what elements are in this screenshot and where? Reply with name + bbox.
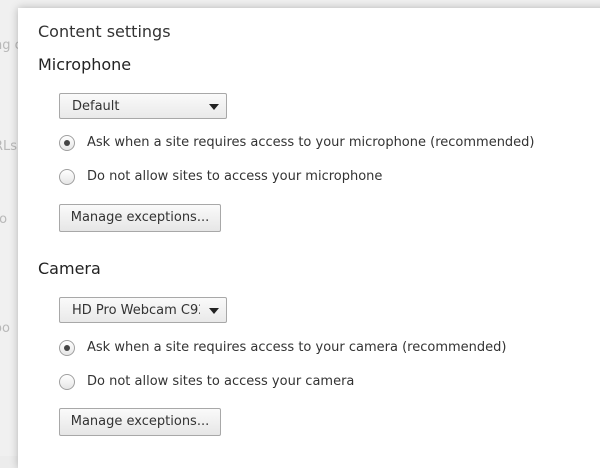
microphone-device-select[interactable]: Default — [59, 93, 227, 119]
camera-heading: Camera — [38, 259, 101, 278]
dialog-title: Content settings — [38, 22, 171, 41]
microphone-device-value: Default — [72, 99, 120, 114]
camera-device-value: HD Pro Webcam C920 — [72, 303, 200, 318]
microphone-manage-exceptions-button[interactable]: Manage exceptions... — [59, 204, 221, 232]
camera-device-select[interactable]: HD Pro Webcam C920 — [59, 297, 227, 323]
background-text: RLs — [0, 139, 18, 154]
camera-ask-radio[interactable] — [59, 340, 75, 356]
camera-manage-exceptions-button[interactable]: Manage exceptions... — [59, 408, 221, 436]
dropdown-arrow-icon — [209, 104, 219, 110]
microphone-heading: Microphone — [38, 55, 132, 74]
microphone-ask-label: Ask when a site requires access to your … — [87, 135, 535, 150]
content-settings-dialog: Content settings Microphone Default Ask … — [18, 8, 600, 468]
microphone-block-radio[interactable] — [59, 169, 75, 185]
dropdown-arrow-icon — [209, 308, 219, 314]
camera-block-label: Do not allow sites to access your camera — [87, 374, 355, 389]
camera-block-radio[interactable] — [59, 374, 75, 390]
microphone-block-label: Do not allow sites to access your microp… — [87, 169, 383, 184]
camera-ask-label: Ask when a site requires access to your … — [87, 340, 507, 355]
background-text: oo — [0, 321, 10, 336]
microphone-ask-radio[interactable] — [59, 135, 75, 151]
background-text: to — [0, 212, 8, 227]
